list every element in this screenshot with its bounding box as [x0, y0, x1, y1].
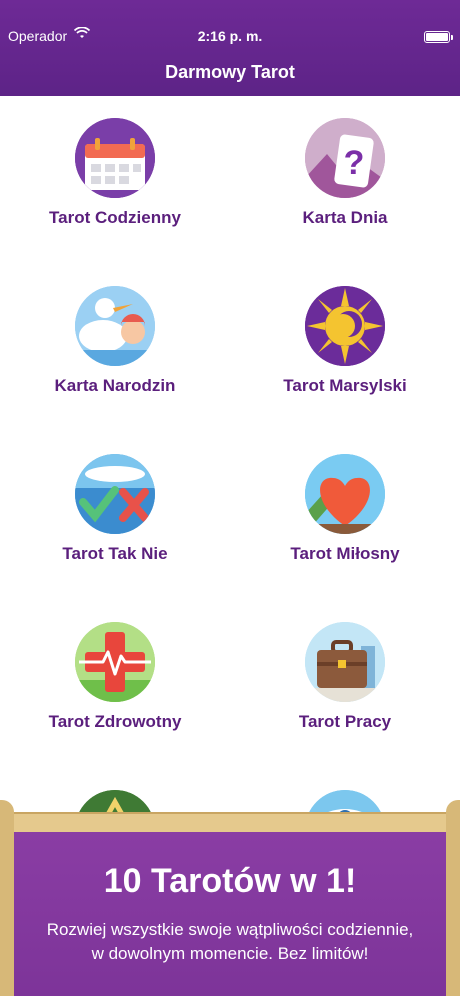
tile-tarot-milosny[interactable]: Tarot Miłosny: [230, 432, 460, 592]
scroll-roll-left: [0, 800, 14, 996]
promo-banner: 10 Tarotów w 1! Rozwiej wszystkie swoje …: [0, 796, 460, 996]
svg-text:?: ?: [344, 144, 365, 182]
tile-label: Tarot Tak Nie: [62, 544, 168, 563]
tile-tarot-tak-nie[interactable]: Tarot Tak Nie: [0, 432, 230, 592]
banner-title: 10 Tarotów w 1!: [103, 862, 357, 900]
battery-icon: [424, 31, 450, 43]
tile-label: Karta Narodzin: [54, 376, 176, 395]
banner-subtitle-line2: w dowolnym momencie. Bez limitów!: [91, 944, 369, 963]
clock: 2:16 p. m.: [197, 28, 263, 44]
briefcase-icon: [305, 622, 385, 702]
tile-tarot-zdrowotny[interactable]: Tarot Zdrowotny: [0, 600, 230, 760]
tile-label: Karta Dnia: [302, 208, 388, 227]
calendar-icon: [75, 118, 155, 198]
banner-subtitle-line1: Rozwiej wszystkie swoje wątpliwości codz…: [46, 920, 414, 939]
health-cross-icon: [75, 622, 155, 702]
tile-label: Tarot Pracy: [298, 712, 392, 731]
heart-icon: [305, 454, 385, 534]
status-bar: Operador 2:16 p. m.: [0, 26, 460, 48]
scroll-roll-right: [446, 800, 460, 996]
tile-tarot-codzienny[interactable]: Tarot Codzienny: [0, 96, 230, 256]
page-title: Darmowy Tarot: [165, 62, 295, 82]
check-cross-icon: [75, 454, 155, 534]
tile-tarot-marsylski[interactable]: Tarot Marsylski: [230, 264, 460, 424]
top-bar: Operador 2:16 p. m. Darmowy Tarot: [0, 0, 460, 96]
tile-label: Tarot Miłosny: [290, 544, 400, 563]
tile-label: Tarot Marsylski: [283, 376, 407, 395]
question-card-icon: ?: [305, 118, 385, 198]
tile-label: Tarot Codzienny: [49, 208, 181, 227]
tile-tarot-pracy[interactable]: Tarot Pracy: [230, 600, 460, 760]
banner-subtitle: Rozwiej wszystkie swoje wątpliwości codz…: [20, 918, 440, 966]
stork-baby-icon: [75, 286, 155, 366]
battery-tip: [451, 35, 453, 40]
tile-karta-narodzin[interactable]: Karta Narodzin: [0, 264, 230, 424]
tile-label: Tarot Zdrowotny: [48, 712, 182, 731]
sun-moon-icon: [305, 286, 385, 366]
banner-panel: 10 Tarotów w 1! Rozwiej wszystkie swoje …: [0, 832, 460, 996]
tile-karta-dnia[interactable]: ? Karta Dnia: [230, 96, 460, 256]
